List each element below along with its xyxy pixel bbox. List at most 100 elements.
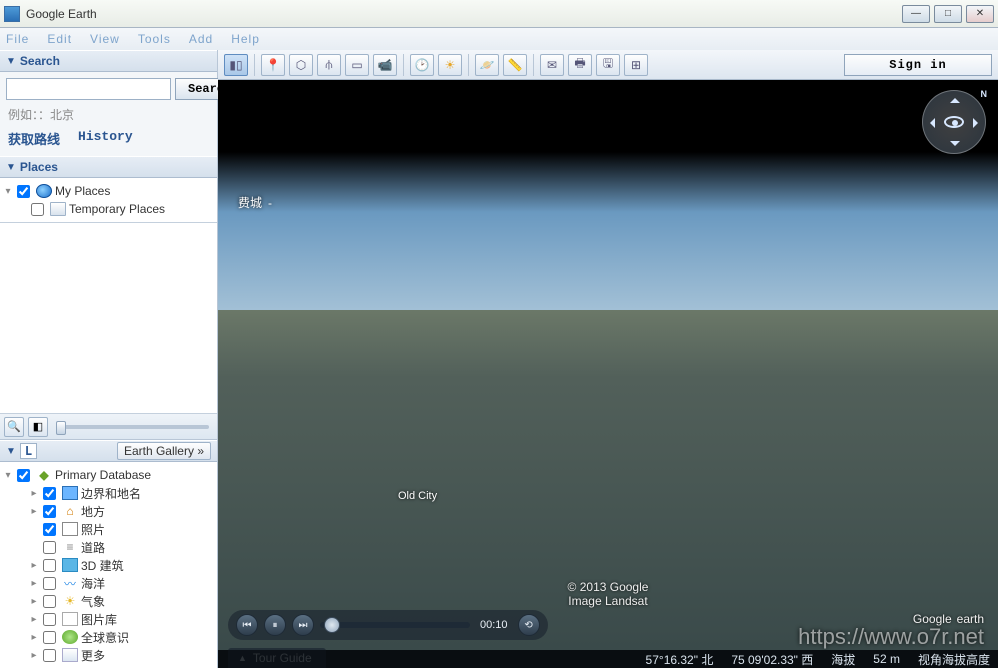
- player-pause-button[interactable]: ⏸: [264, 614, 286, 636]
- layers-l-label: L: [20, 443, 37, 459]
- toggle-view-icon[interactable]: ◧: [28, 417, 48, 437]
- map-viewport[interactable]: ▮▯ 📍 ⬡ ⫛ ▭ 📹 🕑 ☀ 🪐 📏 ✉ 🖶 🖫 ⊞ Sign in 费城-: [218, 50, 998, 668]
- main-toolbar: ▮▯ 📍 ⬡ ⫛ ▭ 📹 🕑 ☀ 🪐 📏 ✉ 🖶 🖫 ⊞ Sign in: [218, 50, 998, 80]
- primary-database-node[interactable]: ▾◆ Primary Database: [2, 466, 215, 484]
- status-lat: 57°16.32" 北: [646, 651, 714, 668]
- app-logo-icon: [4, 6, 20, 22]
- close-button[interactable]: ✕: [966, 5, 994, 23]
- search-hint: 例如：：北京: [8, 106, 211, 123]
- sky-region: [218, 80, 998, 320]
- look-eye-icon: [944, 116, 964, 128]
- status-elev-val: 52 m: [873, 652, 900, 666]
- sunlight-button[interactable]: ☀: [438, 54, 462, 76]
- globe-icon: [36, 184, 52, 198]
- player-next-button[interactable]: ⏭: [292, 614, 314, 636]
- image-overlay-button[interactable]: ▭: [345, 54, 369, 76]
- sidebar-toggle-button[interactable]: ▮▯: [224, 54, 248, 76]
- status-lon: 75 09'02.33" 西: [731, 651, 813, 668]
- map-label-old-city: Old City: [398, 490, 437, 502]
- history-button[interactable]: 🕑: [410, 54, 434, 76]
- planet-button[interactable]: 🪐: [475, 54, 499, 76]
- ruler-button[interactable]: 📏: [503, 54, 527, 76]
- window-titlebar: Google Earth — □ ✕: [0, 0, 998, 28]
- database-icon: ◆: [36, 468, 52, 482]
- menu-file[interactable]: File: [6, 32, 29, 46]
- print-button[interactable]: 🖶: [568, 54, 592, 76]
- layer-borders[interactable]: ▸边界和地名: [2, 484, 215, 502]
- layer-ocean[interactable]: ▸〰海洋: [2, 574, 215, 592]
- my-places-node[interactable]: ▾ My Places: [2, 182, 215, 200]
- placemark-button[interactable]: 📍: [261, 54, 285, 76]
- places-panel-header[interactable]: ▼ Places: [0, 156, 217, 178]
- layer-places[interactable]: ▸⌂地方: [2, 502, 215, 520]
- nav-compass[interactable]: N: [922, 90, 986, 154]
- road-icon: ≡: [62, 540, 78, 554]
- layers-panel-header[interactable]: ▼ L Earth Gallery »: [0, 440, 217, 462]
- player-track[interactable]: [320, 622, 470, 628]
- status-eye-label: 视角海拔高度: [918, 651, 990, 668]
- player-prev-button[interactable]: ⏮: [236, 614, 258, 636]
- sidebar: ▼ Search Search 例如：：北京 获取路线 History ▼ Pl…: [0, 50, 218, 668]
- earth-gallery-button[interactable]: Earth Gallery »: [117, 442, 211, 460]
- ocean-icon: 〰: [62, 576, 78, 590]
- tour-player: ⏮ ⏸ ⏭ 00:10 ⟲: [228, 610, 548, 640]
- gallery-icon: [62, 612, 78, 626]
- folder-icon: [50, 202, 66, 216]
- photo-icon: [62, 522, 78, 536]
- layer-roads[interactable]: ≡道路: [2, 538, 215, 556]
- borders-icon: [62, 486, 78, 500]
- primary-db-label: Primary Database: [55, 468, 151, 482]
- player-loop-button[interactable]: ⟲: [518, 614, 540, 636]
- menu-help[interactable]: Help: [231, 32, 260, 46]
- menu-tools[interactable]: Tools: [138, 32, 171, 46]
- record-tour-button[interactable]: 📹: [373, 54, 397, 76]
- place-icon: ⌂: [62, 504, 78, 518]
- buildings-icon: [62, 558, 78, 572]
- maximize-button[interactable]: □: [934, 5, 962, 23]
- layer-gallery[interactable]: ▸图片库: [2, 610, 215, 628]
- north-label: N: [981, 89, 988, 99]
- watermark-text: https://www.o7r.net: [798, 624, 984, 650]
- collapse-icon: ▼: [6, 162, 16, 173]
- weather-icon: ☀: [62, 594, 78, 608]
- window-title: Google Earth: [26, 7, 898, 21]
- history-link[interactable]: History: [78, 129, 133, 148]
- search-header-label: Search: [20, 54, 60, 68]
- status-bar: 57°16.32" 北 75 09'02.33" 西 海拔 52 m 视角海拔高…: [218, 650, 998, 668]
- menu-add[interactable]: Add: [189, 32, 213, 46]
- get-directions-link[interactable]: 获取路线: [8, 129, 60, 148]
- menu-bar: File Edit View Tools Add Help: [0, 28, 998, 50]
- copyright-text: © 2013 Google Image Landsat: [568, 580, 649, 608]
- save-image-button[interactable]: 🖫: [596, 54, 620, 76]
- collapse-icon: ▼: [6, 446, 16, 457]
- collapse-icon: ▼: [6, 56, 16, 67]
- my-places-checkbox[interactable]: [17, 185, 30, 198]
- city-label: 费城-: [238, 190, 272, 213]
- layer-checkbox[interactable]: [17, 469, 30, 482]
- temp-places-label: Temporary Places: [69, 202, 165, 216]
- path-button[interactable]: ⫛: [317, 54, 341, 76]
- polygon-button[interactable]: ⬡: [289, 54, 313, 76]
- more-icon: [62, 648, 78, 662]
- search-panel-header[interactable]: ▼ Search: [0, 50, 217, 72]
- minimize-button[interactable]: —: [902, 5, 930, 23]
- temp-places-checkbox[interactable]: [31, 203, 44, 216]
- menu-edit[interactable]: Edit: [47, 32, 72, 46]
- my-places-label: My Places: [55, 184, 110, 198]
- search-places-icon[interactable]: 🔍: [4, 417, 24, 437]
- player-time: 00:10: [480, 619, 508, 631]
- layer-3d-buildings[interactable]: ▸3D 建筑: [2, 556, 215, 574]
- search-input[interactable]: [6, 78, 171, 100]
- places-header-label: Places: [20, 160, 58, 174]
- layer-photos[interactable]: 照片: [2, 520, 215, 538]
- view-in-maps-button[interactable]: ⊞: [624, 54, 648, 76]
- layer-weather[interactable]: ▸☀气象: [2, 592, 215, 610]
- layer-more[interactable]: ▸更多: [2, 646, 215, 664]
- email-button[interactable]: ✉: [540, 54, 564, 76]
- sign-in-button[interactable]: Sign in: [844, 54, 992, 76]
- menu-view[interactable]: View: [90, 32, 120, 46]
- places-toolstrip: 🔍 ◧: [0, 414, 217, 440]
- temp-places-node[interactable]: Temporary Places: [2, 200, 215, 218]
- layer-awareness[interactable]: ▸全球意识: [2, 628, 215, 646]
- opacity-slider[interactable]: [56, 425, 209, 429]
